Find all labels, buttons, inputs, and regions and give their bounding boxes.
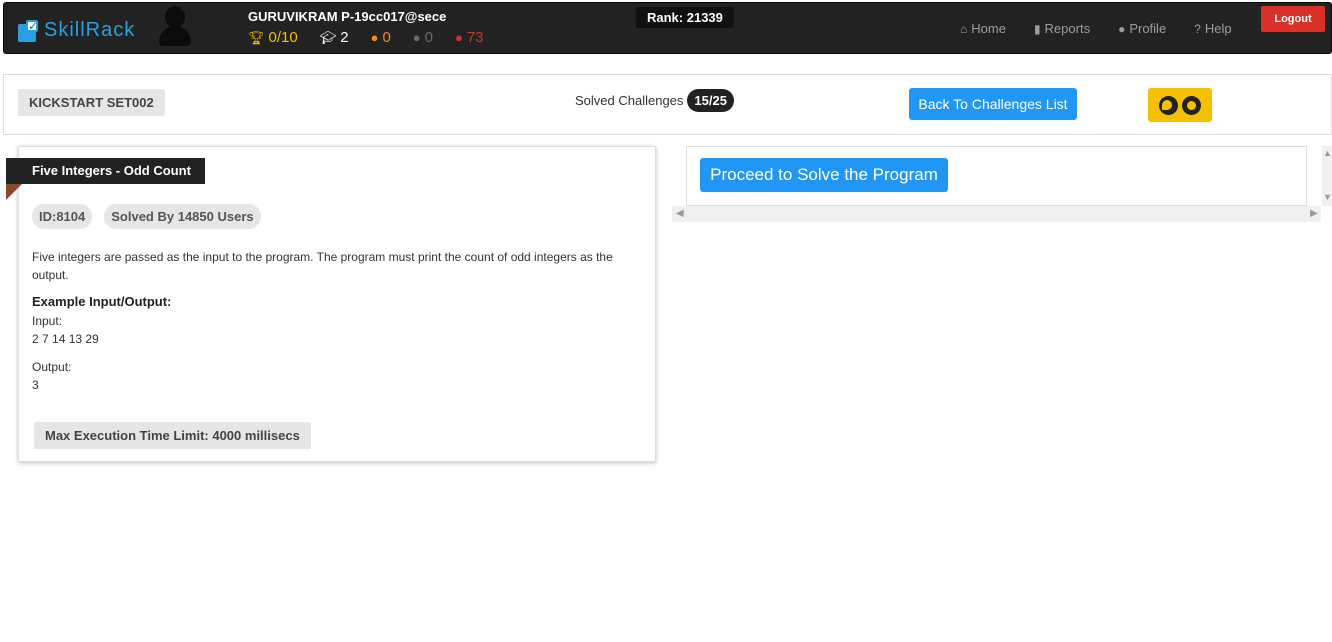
- vertical-scrollbar[interactable]: ▲ ▼: [1322, 146, 1332, 206]
- back-to-challenges-button[interactable]: Back To Challenges List: [909, 88, 1077, 120]
- scroll-left-icon[interactable]: ◀: [676, 208, 684, 219]
- problem-id-tag: ID:8104: [32, 204, 93, 229]
- logout-button[interactable]: Logout: [1261, 6, 1325, 32]
- solved-by-tag: Solved By 14850 Users: [104, 204, 261, 229]
- output-value: 3: [32, 378, 39, 392]
- nav-links: ⌂ Home ▮ Reports ● Profile ? Help: [960, 21, 1260, 36]
- scroll-down-icon[interactable]: ▼: [1323, 192, 1332, 202]
- problem-description: Five integers are passed as the input to…: [32, 250, 613, 282]
- chrome-icon: [1182, 95, 1201, 115]
- stat-trophies: 🏆︎ 0/10: [248, 29, 298, 46]
- nav-reports[interactable]: ▮ Reports: [1034, 21, 1090, 36]
- stat-gold-medals: ● 0: [370, 29, 391, 46]
- solved-count-badge: 15/25: [687, 89, 734, 112]
- scroll-up-icon[interactable]: ▲: [1323, 148, 1332, 158]
- example-title: Example Input/Output:: [32, 294, 172, 309]
- home-icon: ⌂: [960, 21, 968, 36]
- horizontal-scrollbar[interactable]: ◀ ▶: [672, 206, 1321, 222]
- nav-home[interactable]: ⌂ Home: [960, 21, 1006, 36]
- input-label: Input:: [32, 314, 63, 328]
- problem-tags: ID:8104 Solved By 14850 Users: [32, 204, 261, 229]
- ribbon-fold: [6, 184, 22, 200]
- stat-silver-medals: ● 0: [412, 29, 433, 46]
- skillrack-logo-icon: ✓: [18, 19, 40, 42]
- proceed-to-solve-button[interactable]: Proceed to Solve the Program: [700, 158, 948, 192]
- output-label: Output:: [32, 360, 72, 374]
- firefox-icon: [1159, 95, 1178, 115]
- stat-bronze-medals: ● 73: [454, 29, 484, 46]
- nav-help[interactable]: ? Help: [1194, 21, 1231, 36]
- username: GURUVIKRAM P-19cc017@sece: [248, 9, 447, 24]
- gold-medal-icon: ●: [370, 30, 379, 45]
- time-limit-badge: Max Execution Time Limit: 4000 millisecs: [34, 422, 311, 449]
- set-label: KICKSTART SET002: [18, 89, 165, 116]
- input-value: 2 7 14 13 29: [32, 332, 99, 346]
- rank-badge: Rank: 21339: [636, 7, 734, 28]
- avatar: [158, 6, 192, 48]
- silver-medal-icon: ●: [412, 30, 421, 45]
- question-icon: ?: [1194, 21, 1201, 36]
- bronze-medal-icon: ●: [454, 30, 463, 45]
- solved-challenges: Solved Challenges 15/25: [575, 89, 734, 112]
- skillrack-logo[interactable]: ✓ SkillRack: [18, 19, 135, 42]
- top-navbar: ✓ SkillRack GURUVIKRAM P-19cc017@sece 🏆︎…: [3, 2, 1332, 54]
- challenge-subheader: KICKSTART SET002 Solved Challenges 15/25…: [3, 74, 1332, 135]
- bar-chart-icon: ▮: [1033, 21, 1041, 36]
- graduation-cap-icon: 🎓︎: [319, 29, 337, 45]
- stat-certificates: 🎓︎ 2: [319, 29, 349, 46]
- browser-icons-badge: [1148, 88, 1212, 122]
- scroll-right-icon[interactable]: ▶: [1310, 208, 1318, 219]
- problem-title: Five Integers - Odd Count: [6, 158, 205, 184]
- user-icon: ●: [1118, 21, 1126, 36]
- logo-text: SkillRack: [44, 19, 136, 41]
- nav-profile[interactable]: ● Profile: [1118, 21, 1166, 36]
- user-stats: 🏆︎ 0/10 🎓︎ 2 ● 0 ● 0 ● 73: [248, 29, 506, 46]
- solved-label: Solved Challenges: [575, 93, 684, 108]
- trophy-icon: 🏆︎: [248, 29, 265, 45]
